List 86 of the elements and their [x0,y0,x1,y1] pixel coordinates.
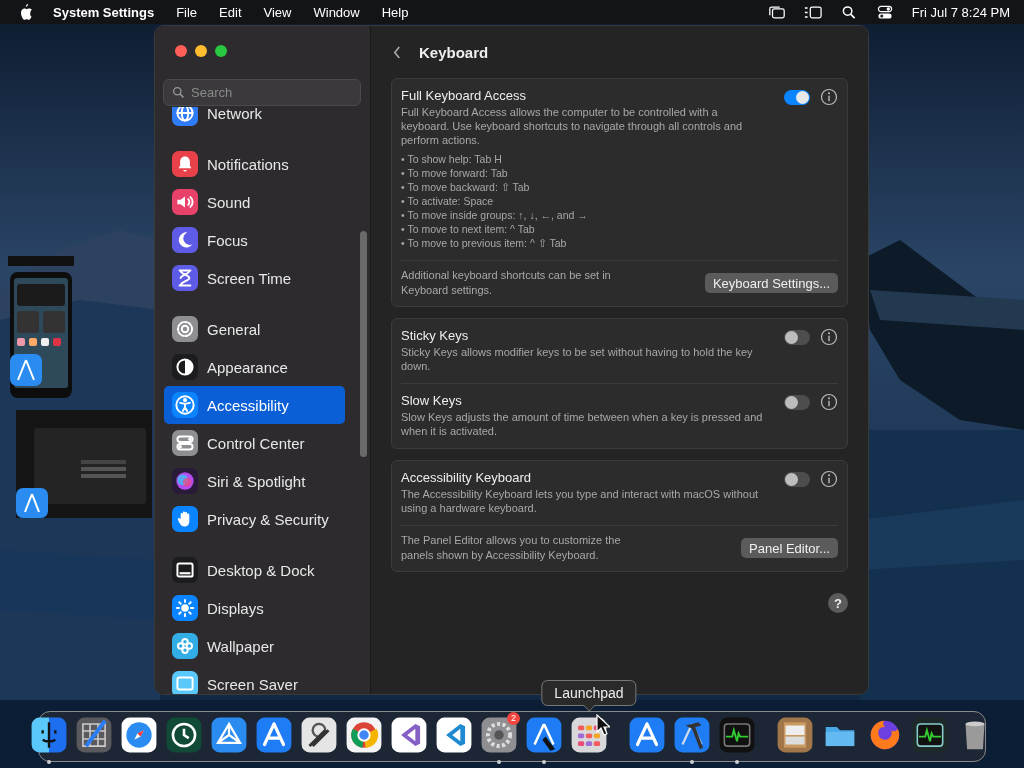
setting-title: Full Keyboard Access [401,88,527,103]
scrollbar[interactable] [360,231,367,457]
menu-item[interactable]: File [176,4,198,20]
sidebar-item[interactable]: Focus [164,221,345,259]
setting-title: Slow Keys [401,393,463,408]
help-button[interactable]: ? [828,593,848,613]
running-indicator [690,759,694,764]
moon-icon [172,227,198,253]
running-indicator [542,759,546,764]
setting-description: Full Keyboard Access allows the computer to be controlled with a keyboard. Use keyboard shortcuts to navigate through all controls and perform actions. [401,105,744,147]
tooltip-pointer [583,704,595,712]
page-title: Keyboard [419,43,489,61]
windows-icon[interactable] [767,4,786,20]
sidebar-item[interactable]: Control Center [164,424,345,462]
search-field[interactable]: Search [163,79,361,106]
setting-description: The Accessibility Keyboard lets you type and interact with macOS without using a hardware keyboard. [401,487,760,515]
toggle-switch[interactable] [784,472,810,487]
shortcut-line: • To move backward: ⇧ Tab [401,180,531,194]
zoom-button[interactable] [215,45,227,57]
info-icon[interactable] [820,393,838,411]
shortcut-line: • To move to previous item: ^ ⇧ Tab [401,236,568,250]
window-thumbnail[interactable] [16,410,152,518]
sidebar-item[interactable]: Network [164,107,345,132]
setting-description: Slow Keys adjusts the amount of time between when a key is pressed and when it is activated. [401,410,763,438]
menu-item[interactable]: View [263,4,292,20]
sidebar-item[interactable]: General [164,310,345,348]
sidebar-item[interactable]: Appearance [164,348,345,386]
menu-item[interactable]: Help [381,4,409,20]
running-indicator [497,759,501,764]
cursor-icon [596,714,610,736]
sidebar-item[interactable]: Notifications [164,145,345,183]
clock[interactable]: Fri Jul 7 8:24 PM [911,4,1010,20]
hourglass-icon [172,265,198,291]
flower-icon [172,633,198,659]
sidebar-item[interactable]: Accessibility [164,386,345,424]
sidebar-item[interactable]: Screen Time [164,259,345,297]
sidebar-item[interactable]: Sound [164,183,345,221]
hint-text: Additional keyboard shortcuts can be set in Keyboard settings. [401,268,612,298]
accessibility-icon [172,392,198,418]
globe-icon [172,107,198,126]
bell-icon [172,151,198,177]
info-icon[interactable] [820,88,838,106]
toggles-icon[interactable] [875,4,894,20]
setting-title: Sticky Keys [401,328,470,343]
back-icon[interactable] [393,44,402,60]
toggle-switch[interactable] [784,90,810,105]
sun-icon [172,595,198,621]
shortcut-line: • To move to next item: ^ Tab [401,222,536,236]
sidebar-item[interactable]: Wallpaper [164,627,345,665]
info-icon[interactable] [820,328,838,346]
close-button[interactable] [175,45,187,57]
running-indicator [47,759,51,764]
hint-text: The Panel Editor allows you to customize the panels shown by Accessibility Keyboard. [401,533,622,563]
shortcut-line: • To activate: Space [401,194,495,208]
sidebar-item[interactable]: Screen Saver [164,665,345,694]
sidebar-item[interactable]: Siri & Spotlight [164,462,345,500]
orb-icon [172,468,198,494]
menu-item[interactable]: Window [313,4,360,20]
screen-icon [172,671,198,694]
settings-button[interactable]: Keyboard Settings... [704,273,838,293]
info-icon[interactable] [820,470,838,488]
app-menu[interactable]: System Settings [53,4,155,20]
sidebar-icon[interactable] [803,4,822,20]
hand-icon [172,506,198,532]
sidebar-item[interactable]: Displays [164,589,345,627]
tooltip: Launchpad [541,679,637,706]
search-icon [172,86,185,99]
setting-description: Sticky Keys allows modifier keys to be set without having to hold the key down. [401,345,754,373]
window-thumbnail[interactable] [8,256,74,398]
toggles-icon [172,430,198,456]
toggle-switch[interactable] [784,395,810,410]
minimize-button[interactable] [195,45,207,57]
apple-icon[interactable] [18,4,33,20]
dock-icon [172,557,198,583]
settings-button[interactable]: Panel Editor... [741,538,838,558]
speaker-icon [172,189,198,215]
gear-icon [172,316,198,342]
sidebar-item[interactable]: Desktop & Dock [164,551,345,589]
sidebar-item[interactable]: Privacy & Security [164,500,345,538]
menu-item[interactable]: Edit [219,4,242,20]
setting-title: Accessibility Keyboard [401,470,533,485]
shortcut-line: • To move forward: Tab [401,166,509,180]
running-indicator [735,759,739,764]
shortcut-line: • To move inside groups: ↑, ↓, ←, and → [401,208,589,222]
toggle-switch[interactable] [784,330,810,345]
shortcut-line: • To show help: Tab H [401,152,503,166]
